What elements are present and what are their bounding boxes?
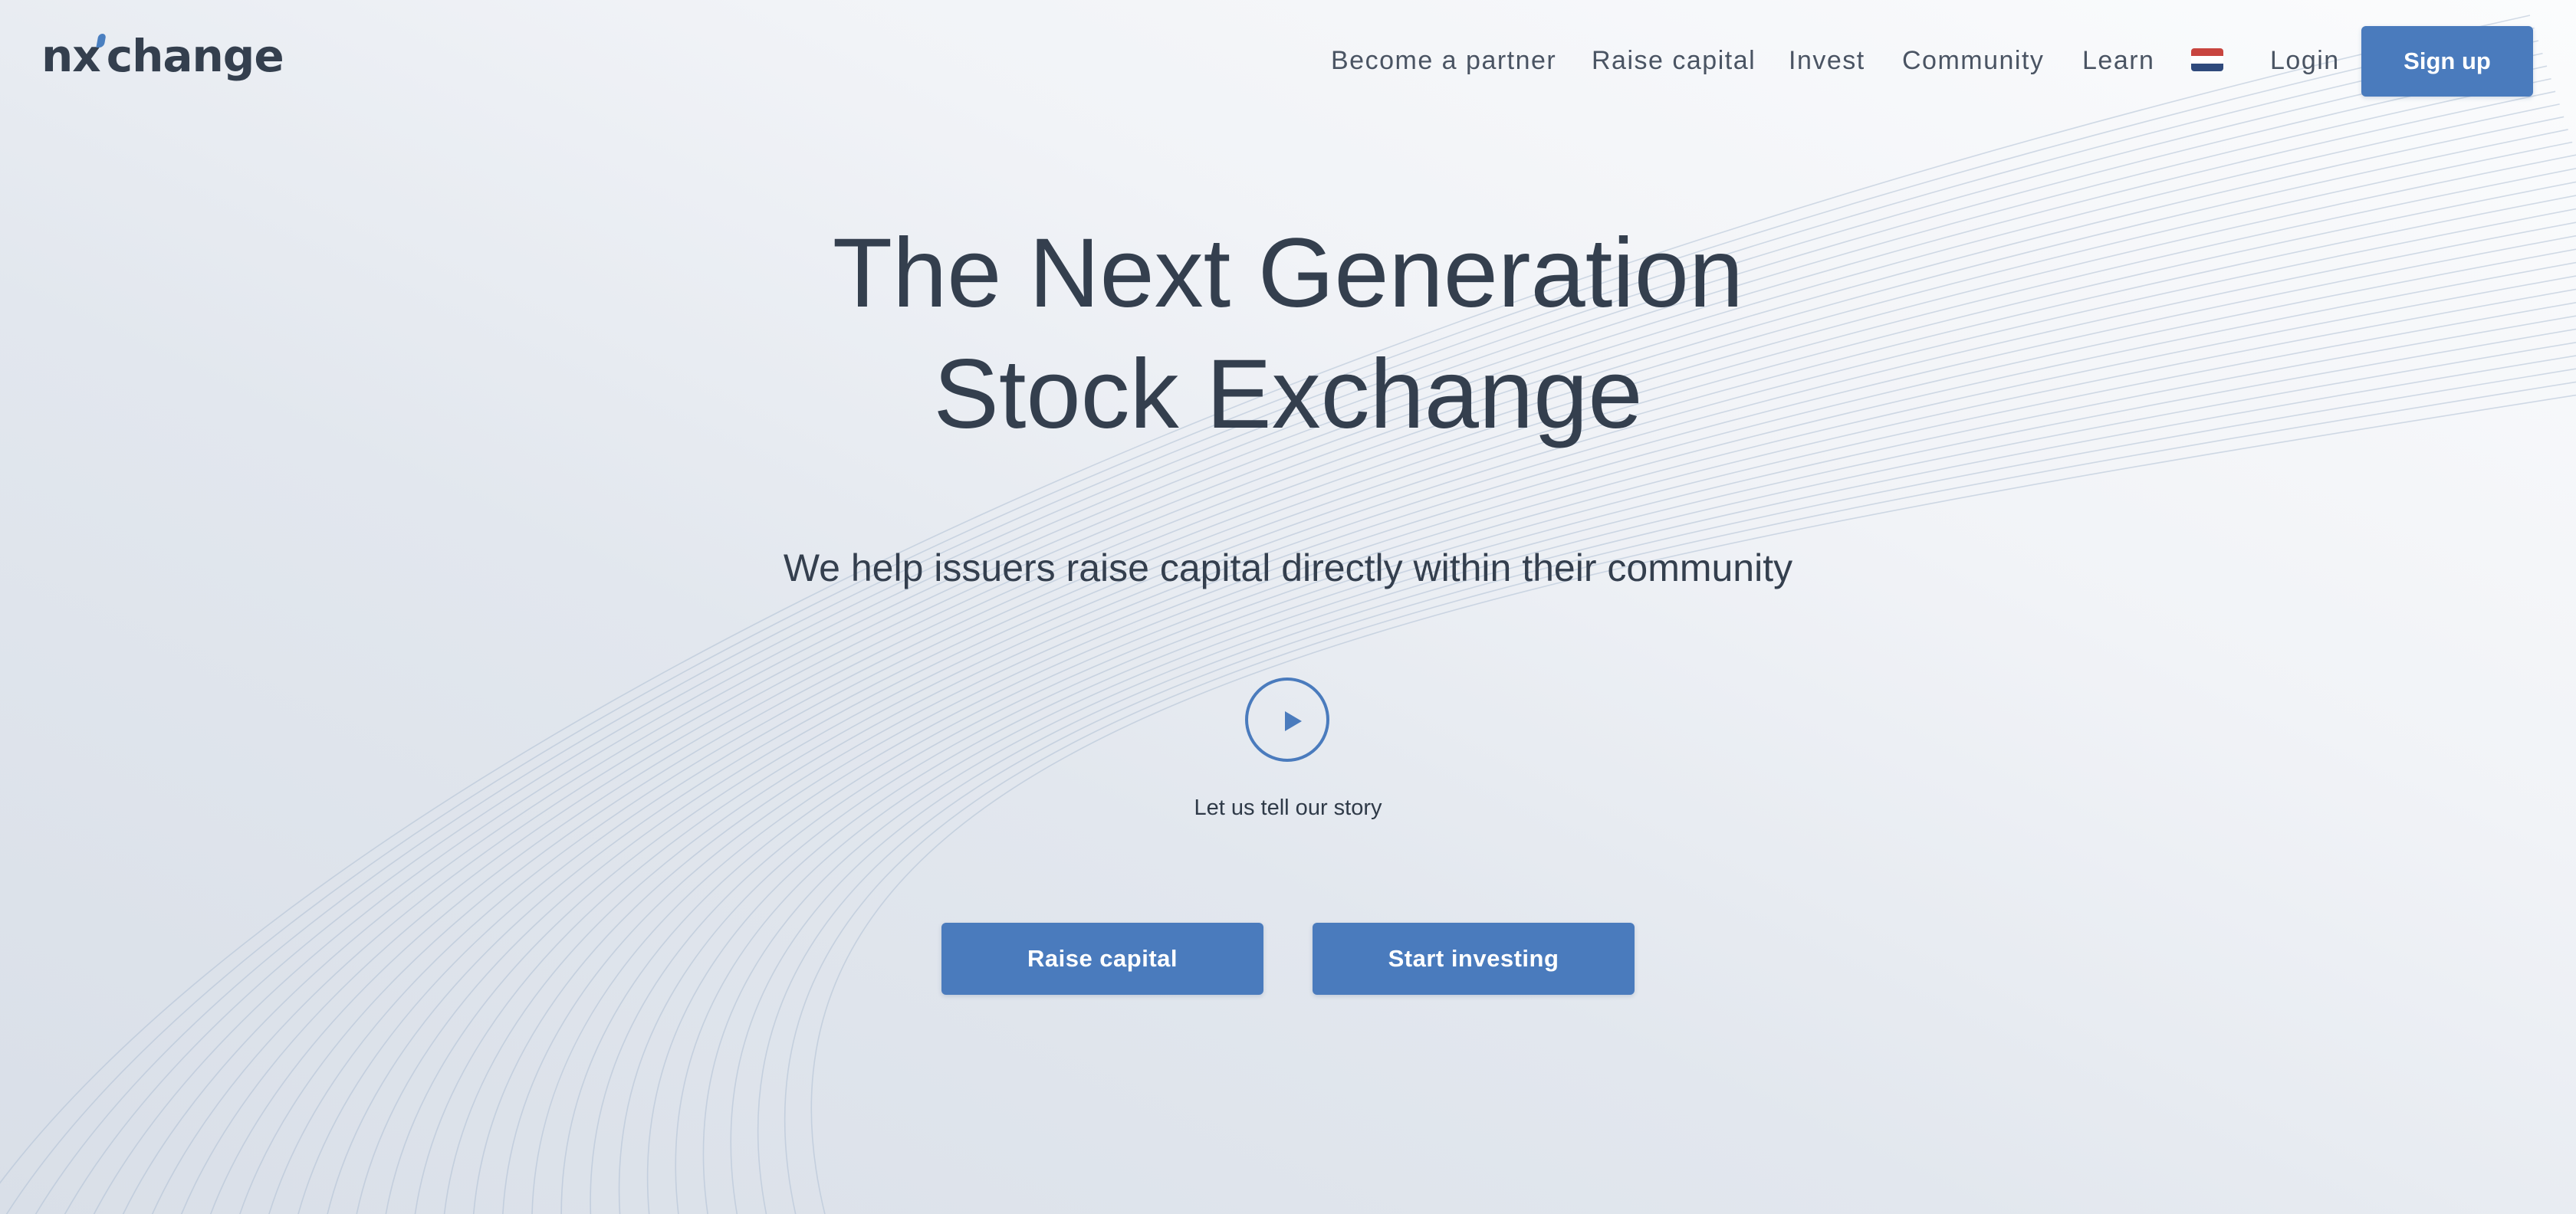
- nav-item-invest[interactable]: Invest: [1789, 34, 1865, 87]
- signup-button[interactable]: Sign up: [2361, 26, 2533, 97]
- story-label[interactable]: Let us tell our story: [0, 792, 2576, 823]
- nav-item-become-partner[interactable]: Become a partner: [1331, 34, 1556, 87]
- nav-item-community[interactable]: Community: [1902, 34, 2044, 87]
- start-investing-button[interactable]: Start investing: [1313, 923, 1635, 995]
- play-video-button[interactable]: [1245, 678, 1329, 762]
- flag-stripe-white: [2191, 56, 2223, 64]
- hero-title-line-1: The Next Generation: [832, 218, 1744, 328]
- site-header: nx change Become a partner Raise capital…: [0, 0, 2576, 123]
- hero-title-line-2: Stock Exchange: [933, 340, 1643, 449]
- hero-subtitle: We help issuers raise capital directly w…: [783, 546, 1793, 589]
- hero-title: The Next Generation Stock Exchange: [0, 213, 2576, 455]
- play-icon: [1285, 711, 1302, 731]
- netherlands-flag-icon[interactable]: [2191, 48, 2223, 71]
- raise-capital-button[interactable]: Raise capital: [941, 923, 1263, 995]
- main-nav: Become a partner Raise capital Invest Co…: [0, 34, 2576, 87]
- nav-item-raise-capital[interactable]: Raise capital: [1592, 34, 1756, 87]
- flag-stripe-red: [2191, 48, 2223, 56]
- background-wave-line: [5, 27, 2535, 1214]
- nav-item-learn[interactable]: Learn: [2082, 34, 2154, 87]
- background-wave-line: [0, 15, 2531, 1184]
- background-wave-line: [702, 341, 2576, 1214]
- login-link[interactable]: Login: [2270, 34, 2340, 87]
- background-wave-lines: [0, 15, 2576, 1214]
- background-wave-line: [757, 368, 2576, 1214]
- flag-stripe-blue: [2191, 64, 2223, 71]
